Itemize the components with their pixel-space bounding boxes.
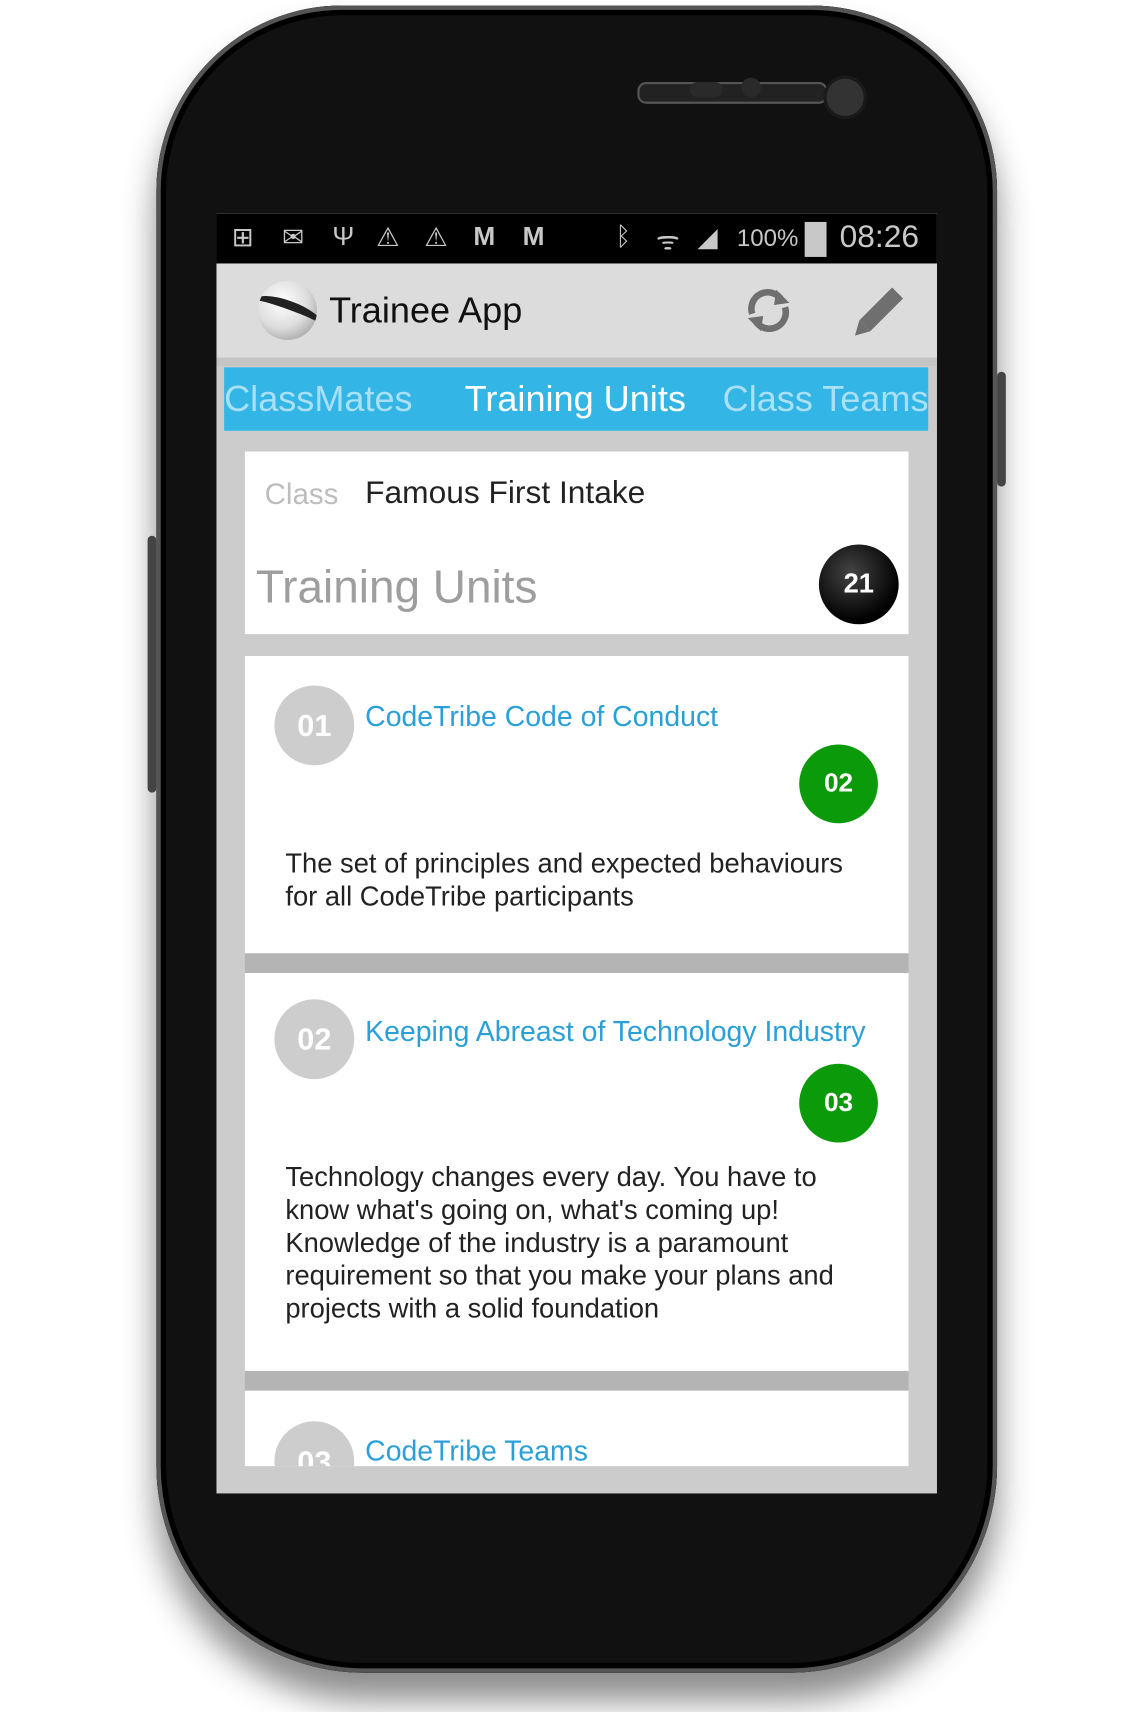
gmail-icon: M (522, 221, 545, 252)
gmail-icon: M (473, 221, 496, 252)
unit-description: The set of principles and expected behav… (285, 848, 843, 912)
app-title: Trainee App (329, 289, 523, 331)
warning-icon: ⚠ (376, 223, 400, 253)
unit-number: 01 (274, 685, 355, 766)
light-sensor (741, 77, 761, 98)
volume-button (147, 535, 157, 793)
proximity-sensor (689, 81, 723, 98)
wifi-icon: ᯤ (655, 226, 680, 256)
divider (244, 1370, 909, 1391)
warning-icon: ⚠ (424, 223, 448, 253)
email-icon: ✉ (282, 223, 305, 253)
app-logo-icon[interactable] (258, 280, 318, 341)
screen: ⊞ ✉ Ψ ⚠ ⚠ M M ᛒ ᯤ ◢ 100% 08:26 Trainee A… (216, 213, 937, 1494)
unit-number-text: 03 (297, 1445, 332, 1467)
unit-title[interactable]: CodeTribe Code of Conduct (365, 700, 718, 734)
unit-card[interactable]: 02 Keeping Abreast of Technology Industr… (244, 973, 909, 1371)
unit-title[interactable]: CodeTribe Teams (365, 1434, 588, 1466)
unit-badge: 02 (799, 744, 878, 824)
unit-badge: 03 (799, 1063, 878, 1143)
tab-bar: ClassMates Training Units Class Teams (224, 367, 929, 431)
clock: 08:26 (839, 219, 920, 255)
class-label: Class (264, 477, 339, 511)
speaker-grille (637, 81, 828, 104)
usb-icon: Ψ (332, 221, 355, 252)
section-title: Training Units (255, 560, 538, 613)
unit-count-badge: 21 (818, 544, 899, 625)
download-icon: ⊞ (231, 223, 254, 253)
tab-class-teams[interactable]: Class Teams (723, 378, 929, 420)
class-name: Famous First Intake (365, 475, 646, 511)
unit-number: 02 (274, 999, 355, 1080)
bluetooth-icon: ᛒ (615, 221, 632, 252)
unit-card[interactable]: 03 CodeTribe Teams (244, 1390, 909, 1467)
class-header-card: Class Famous First Intake Training Units… (244, 451, 909, 635)
unit-number: 03 (274, 1421, 355, 1467)
tab-classmates[interactable]: ClassMates (224, 378, 412, 420)
divider (244, 953, 909, 974)
refresh-icon[interactable] (743, 285, 793, 335)
unit-description: Technology changes every day. You have t… (285, 1162, 834, 1324)
unit-card[interactable]: 01 CodeTribe Code of Conduct 02 The set … (244, 655, 909, 954)
edit-pencil-icon[interactable] (853, 283, 908, 338)
status-bar: ⊞ ✉ Ψ ⚠ ⚠ M M ᛒ ᯤ ◢ 100% 08:26 (216, 213, 937, 264)
power-button (997, 371, 1006, 487)
battery-icon (804, 221, 827, 257)
battery-percent: 100% (736, 224, 799, 252)
signal-icon: ◢ (697, 223, 718, 253)
tab-training-units[interactable]: Training Units (465, 378, 686, 420)
front-camera (823, 75, 867, 120)
action-bar: Trainee App (216, 263, 937, 367)
unit-title[interactable]: Keeping Abreast of Technology Industry (365, 1015, 865, 1049)
